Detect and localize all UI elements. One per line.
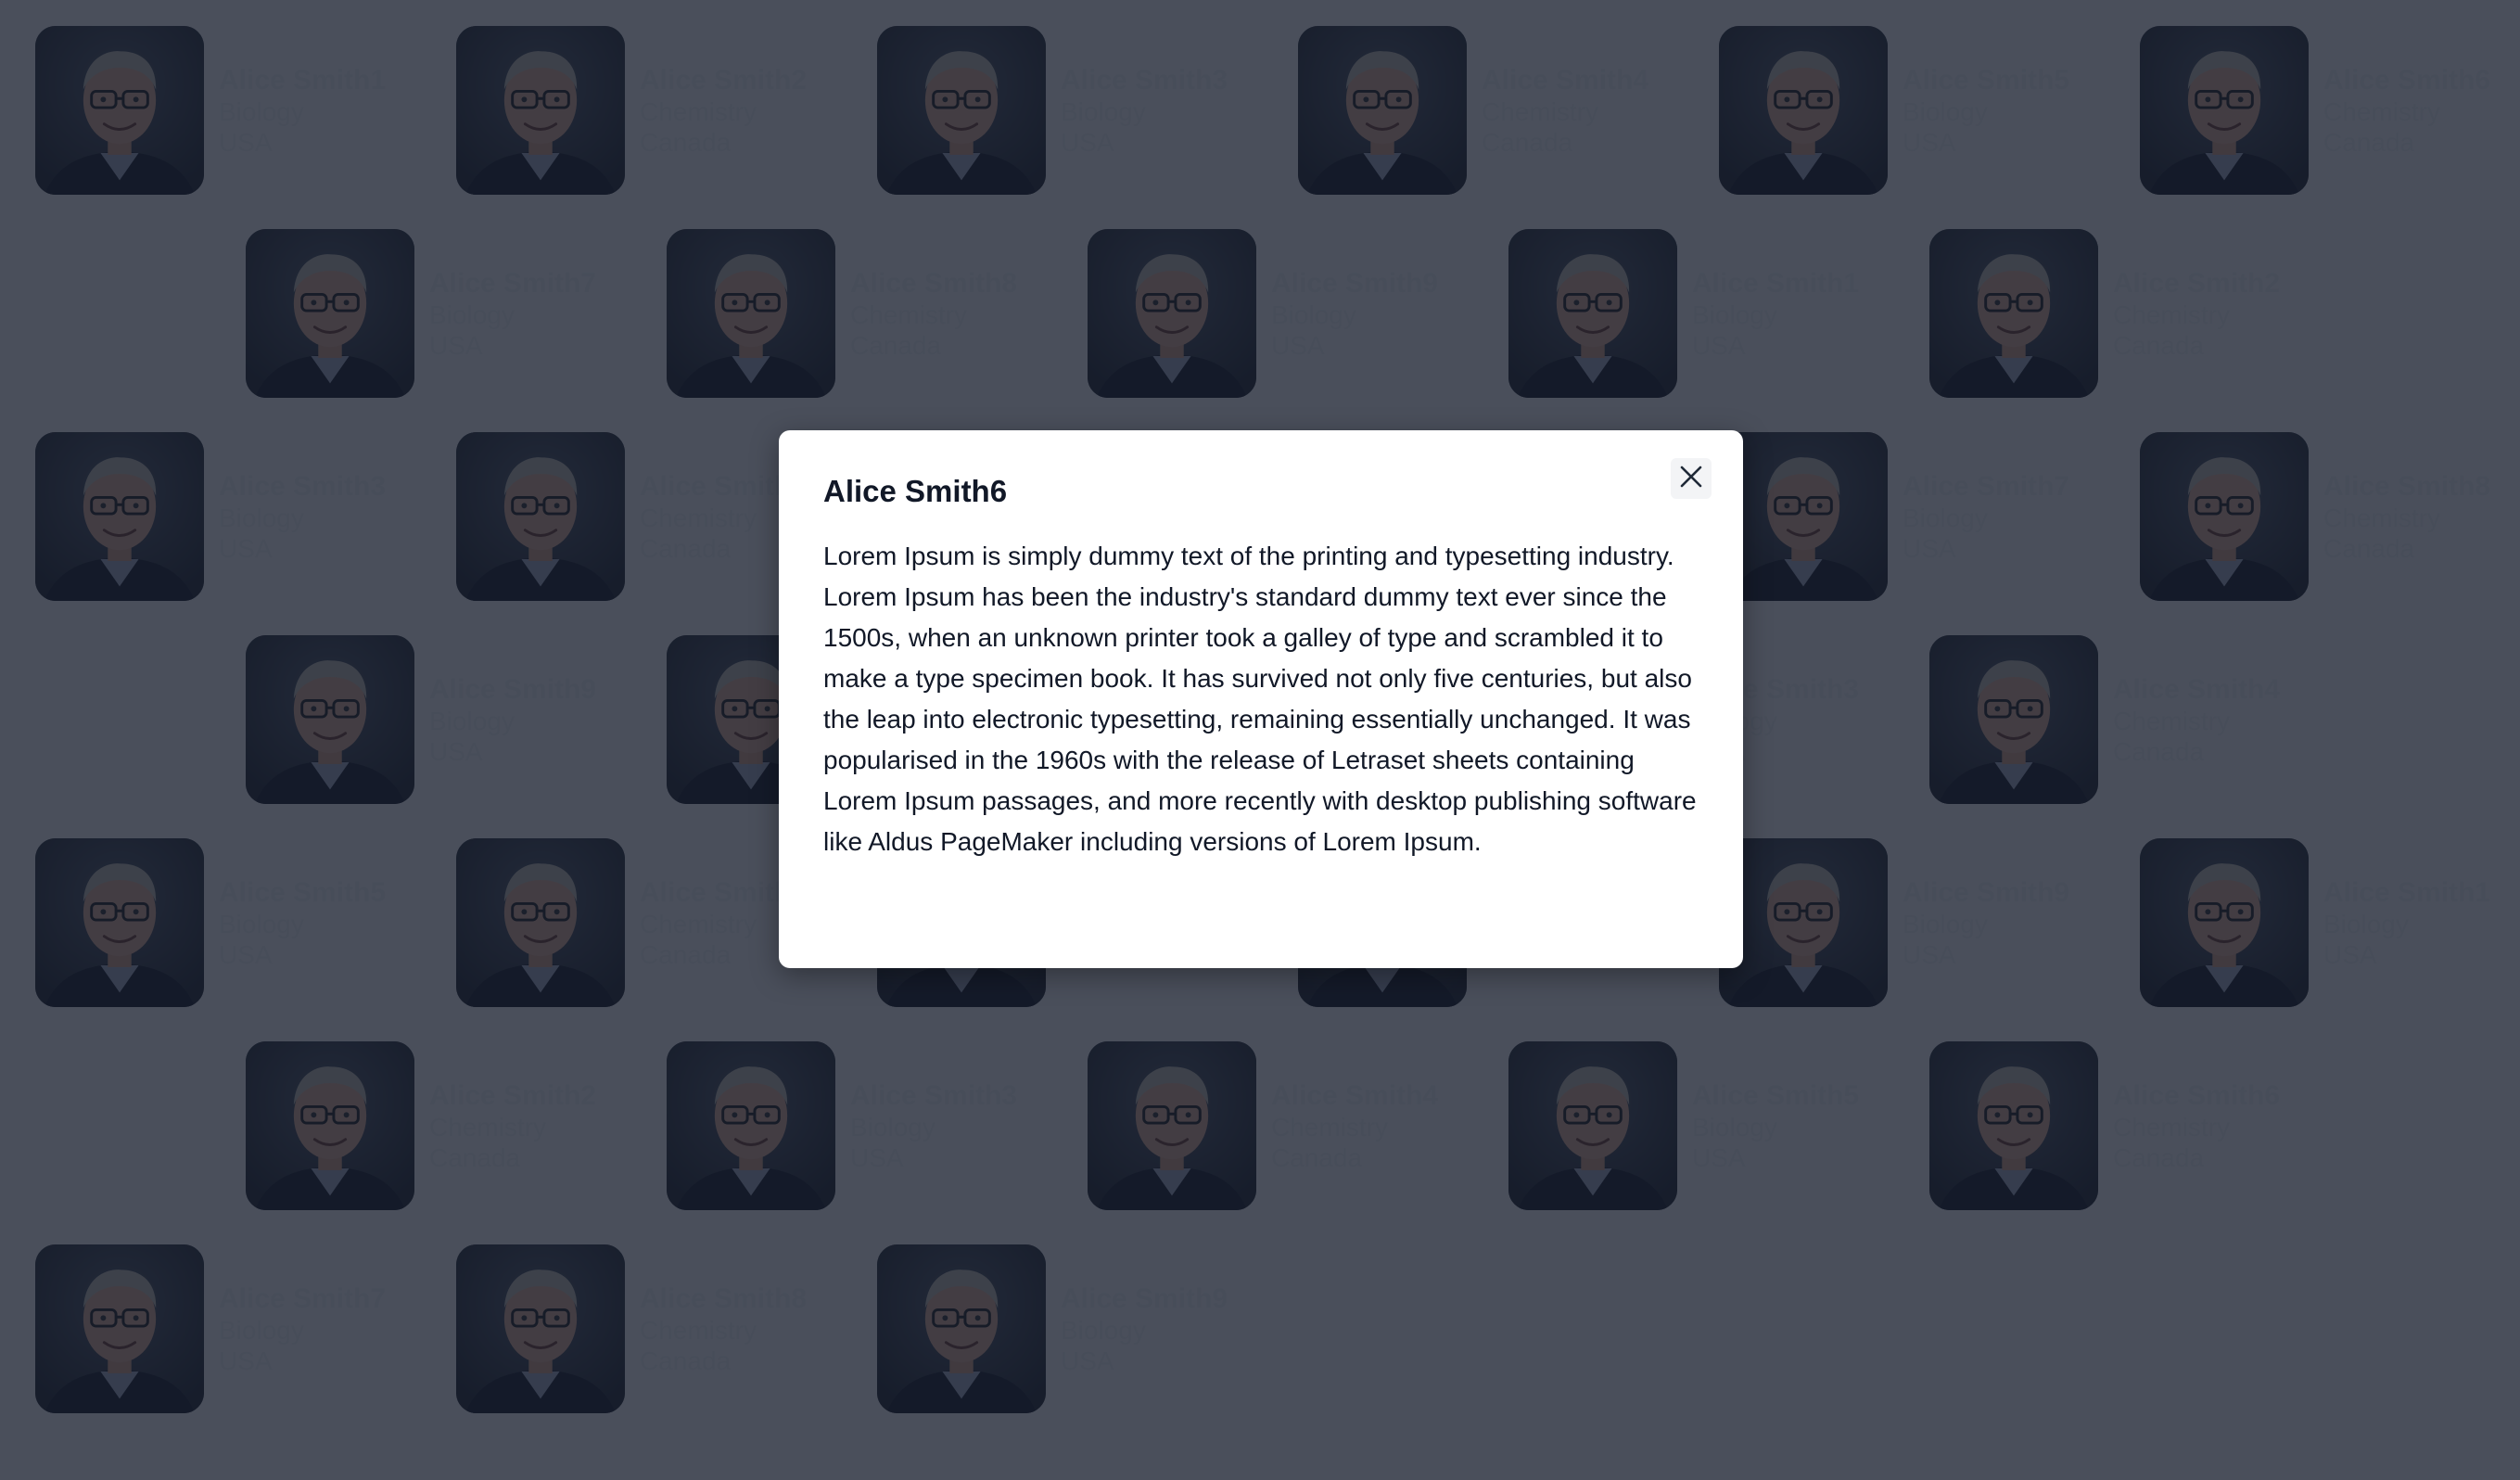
close-icon <box>1679 465 1703 493</box>
modal-title: Alice Smith6 <box>823 474 1008 508</box>
close-button[interactable] <box>1671 458 1712 499</box>
modal-body-text: Lorem Ipsum is simply dummy text of the … <box>823 542 1697 856</box>
profile-modal: Alice Smith6 Lorem Ipsum is simply dummy… <box>779 430 1743 968</box>
